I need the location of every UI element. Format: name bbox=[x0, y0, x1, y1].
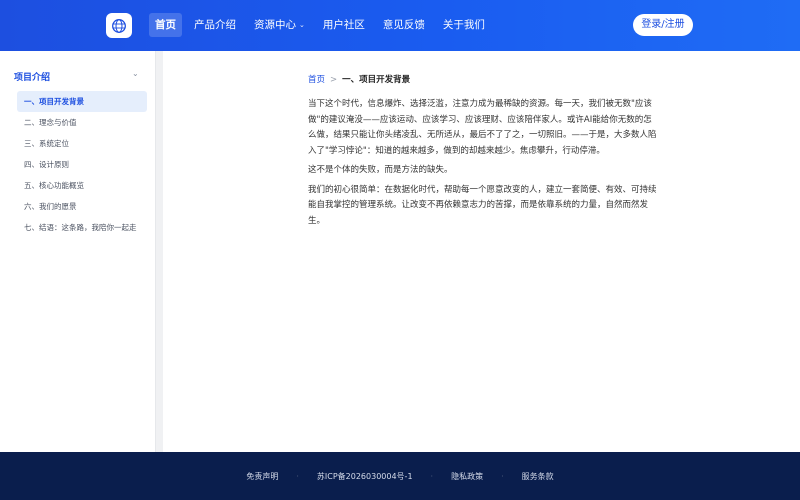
footer-disclaimer-link[interactable]: 免责声明 bbox=[246, 471, 278, 482]
nav-resources-label: 资源中心 bbox=[254, 19, 296, 31]
footer-terms-link[interactable]: 服务条款 bbox=[522, 471, 554, 482]
nav-feedback[interactable]: 意见反馈 bbox=[377, 13, 431, 37]
article-paragraph: 这不是个体的失败，而是方法的缺失。 bbox=[308, 165, 453, 175]
footer-privacy-link[interactable]: 隐私政策 bbox=[451, 471, 483, 482]
nav-about[interactable]: 关于我们 bbox=[437, 13, 491, 37]
sidebar-item-design-principles[interactable]: 四、设计原则 bbox=[17, 154, 147, 175]
nav-products-label: 产品介绍 bbox=[194, 19, 236, 31]
breadcrumb-current: 一、项目开发背景 bbox=[342, 75, 411, 85]
sidebar-section-title[interactable]: 项目介绍 bbox=[14, 70, 50, 83]
footer-separator: · bbox=[296, 472, 299, 481]
nav-community[interactable]: 用户社区 bbox=[317, 13, 371, 37]
footer-separator: · bbox=[430, 472, 434, 481]
sidebar-item-conclusion[interactable]: 七、结语：这条路，我陪你一起走 bbox=[17, 217, 147, 238]
sidebar-item-philosophy[interactable]: 二、理念与价值 bbox=[17, 112, 147, 133]
sidebar-item-positioning[interactable]: 三、系统定位 bbox=[17, 133, 147, 154]
footer-separator: · bbox=[501, 472, 504, 481]
footer: 免责声明 · 苏ICP备2026030004号-1 · 隐私政策 · 服务条款 bbox=[0, 452, 800, 500]
globe-logo-icon bbox=[112, 18, 126, 33]
nav-resources[interactable]: 资源中心 ⌄ bbox=[248, 13, 311, 37]
footer-icp-link[interactable]: 苏ICP备2026030004号-1 bbox=[317, 471, 413, 482]
nav-products[interactable]: 产品介绍 bbox=[188, 13, 242, 37]
chevron-down-icon: ⌄ bbox=[299, 21, 305, 29]
nav-about-label: 关于我们 bbox=[442, 19, 485, 31]
nav-community-label: 用户社区 bbox=[322, 19, 365, 31]
main-nav: 首页 产品介绍 资源中心 ⌄ 用户社区 意见反馈 关于我们 bbox=[149, 13, 497, 37]
sidebar-item-background[interactable]: 一、项目开发背景 bbox=[17, 91, 147, 112]
logo[interactable] bbox=[106, 13, 132, 38]
sidebar-list: 一、项目开发背景 二、理念与价值 三、系统定位 四、设计原则 五、核心功能概览 … bbox=[17, 91, 147, 238]
breadcrumb: 首页 > 一、项目开发背景 bbox=[308, 73, 410, 85]
article-body: 当下这个时代，信息爆炸、选择泛滥，注意力成为最稀缺的资源。每一天，我们被无数"应… bbox=[308, 97, 658, 233]
nav-home[interactable]: 首页 bbox=[149, 13, 182, 37]
chevron-down-icon[interactable]: ⌄ bbox=[132, 69, 139, 78]
article-paragraph: 当下这个时代，信息爆炸、选择泛滥，注意力成为最稀缺的资源。每一天，我们被无数"应… bbox=[308, 99, 657, 156]
sidebar-scrollbar[interactable] bbox=[155, 51, 163, 452]
login-register-button[interactable]: 登录/注册 bbox=[633, 14, 693, 36]
footer-links: 免责声明 · 苏ICP备2026030004号-1 · 隐私政策 · 服务条款 bbox=[0, 471, 800, 482]
breadcrumb-separator: > bbox=[330, 75, 338, 85]
sidebar-item-vision[interactable]: 六、我们的愿景 bbox=[17, 196, 147, 217]
breadcrumb-home-link[interactable]: 首页 bbox=[308, 75, 325, 85]
nav-feedback-label: 意见反馈 bbox=[382, 19, 425, 31]
nav-home-label: 首页 bbox=[155, 19, 176, 31]
top-navbar: 首页 产品介绍 资源中心 ⌄ 用户社区 意见反馈 关于我们 登录/注册 bbox=[0, 0, 800, 51]
article-paragraph: 我们的初心很简单：在数据化时代，帮助每一个愿意改变的人，建立一套简便、有效、可持… bbox=[308, 184, 657, 226]
sidebar-item-core-features[interactable]: 五、核心功能概览 bbox=[17, 175, 147, 196]
